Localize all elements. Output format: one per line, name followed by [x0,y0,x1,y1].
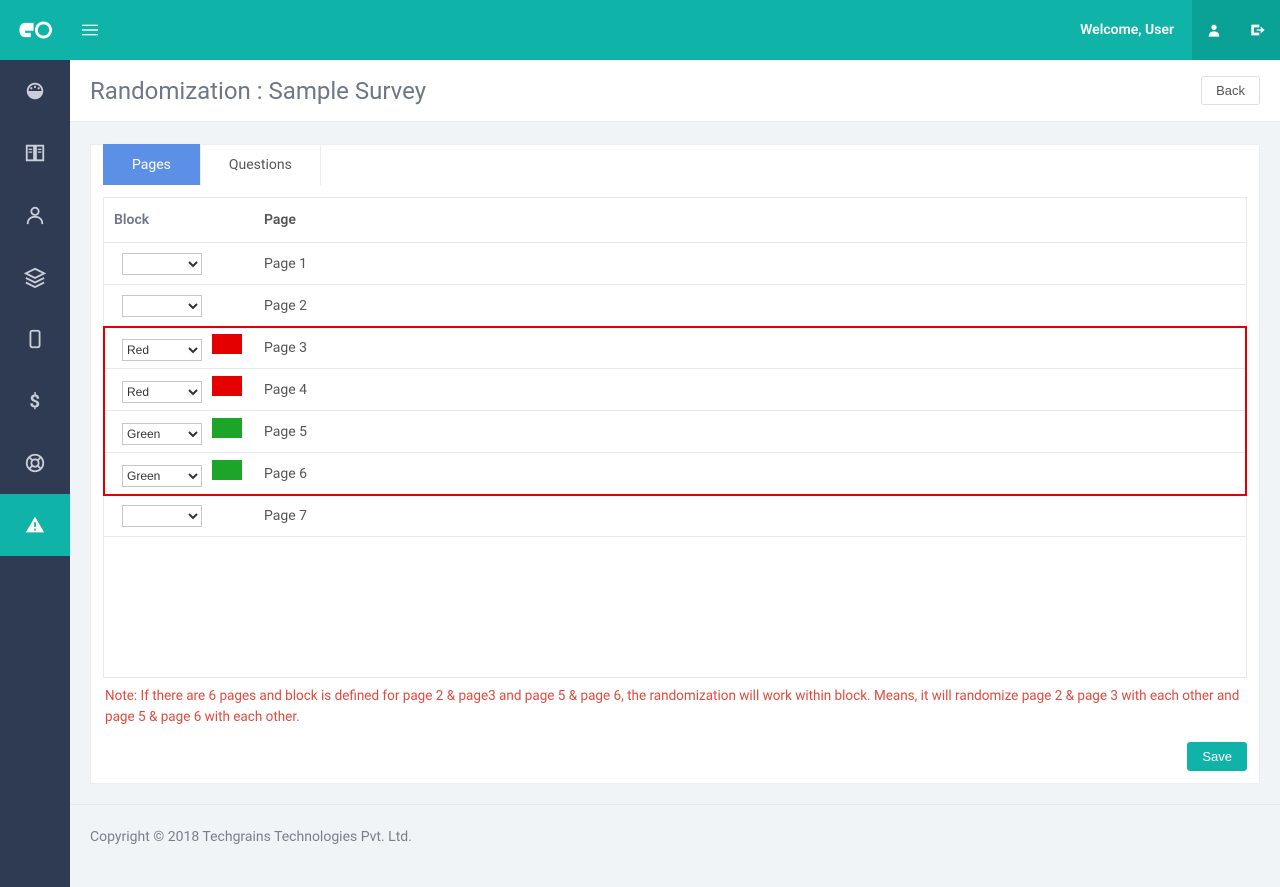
block-select[interactable]: RedGreen [122,505,202,527]
person-icon [24,204,46,226]
sidebar: $ [0,60,70,887]
grid-body: RedGreen Page 1 RedGreen Page 2 RedGreen Page… [104,243,1246,537]
sidebar-item-layers[interactable] [0,246,70,308]
randomization-grid: Block Page RedGreenPage 1RedGreenPage 2R… [103,197,1247,678]
grid-header: Block Page [104,198,1246,243]
highlighted-block-group: RedGreen Page 3 RedGreen Page 4 RedGreen Page… [104,327,1246,495]
grid-row: RedGreen Page 2 [104,285,1246,327]
sidebar-item-billing[interactable]: $ [0,370,70,432]
layers-icon [24,266,46,288]
dollar-icon: $ [24,390,46,412]
sidebar-item-users[interactable] [0,184,70,246]
hamburger-icon [82,22,98,38]
color-swatch [212,460,242,480]
back-button[interactable]: Back [1201,76,1260,105]
grid-cell-page: Page 1 [254,246,1246,282]
card-panel: Pages Questions Block Page RedGreen Page … [90,144,1260,784]
warning-icon [24,514,46,536]
grid-cell-page: Page 4 [254,372,1246,408]
grid-row: RedGreen Page 6 [104,453,1246,495]
main-content: Randomization : Sample Survey Back Pages… [70,60,1280,887]
tab-questions[interactable]: Questions [200,144,321,185]
grid-cell-block: RedGreen [104,334,254,361]
brand-logo [0,21,70,39]
user-icon [1206,22,1222,38]
randomization-note: Note: If there are 6 pages and block is … [105,686,1245,728]
grid-cell-page: Page 2 [254,288,1246,324]
grid-cell-block: RedGreen [104,505,254,527]
action-row: Save [103,742,1247,771]
book-icon [24,142,46,164]
svg-text:$: $ [30,391,41,412]
grid-empty-space [104,537,1246,677]
footer: Copyright © 2018 Techgrains Technologies… [70,804,1280,869]
col-header-page: Page [254,202,1246,238]
menu-toggle[interactable] [70,0,110,60]
page-header: Randomization : Sample Survey Back [70,60,1280,122]
grid-row: RedGreen Page 4 [104,369,1246,411]
gauge-icon [24,80,46,102]
block-select[interactable]: RedGreen [122,423,202,445]
color-swatch [212,376,242,396]
grid-row: RedGreen Page 1 [104,243,1246,285]
topbar: Welcome, User [0,0,1280,60]
color-swatch [212,334,242,354]
go-logo-icon [18,21,52,39]
grid-cell-page: Page 7 [254,498,1246,534]
sidebar-item-support[interactable] [0,432,70,494]
grid-cell-block: RedGreen [104,460,254,487]
block-select[interactable]: RedGreen [122,253,202,275]
grid-cell-block: RedGreen [104,418,254,445]
grid-cell-block: RedGreen [104,295,254,317]
sidebar-item-alerts[interactable] [0,494,70,556]
grid-cell-page: Page 3 [254,330,1246,366]
sidebar-item-surveys[interactable] [0,122,70,184]
user-menu[interactable] [1192,0,1236,60]
footer-copyright: Copyright © 2018 Techgrains Technologies… [90,829,412,845]
block-select[interactable]: RedGreen [122,295,202,317]
page-title: Randomization : Sample Survey [90,77,1201,105]
grid-cell-block: RedGreen [104,253,254,275]
grid-cell-page: Page 6 [254,456,1246,492]
tab-pages[interactable]: Pages [103,144,200,185]
grid-row: RedGreen Page 7 [104,495,1246,537]
sidebar-item-mobile[interactable] [0,308,70,370]
grid-row: RedGreen Page 3 [104,327,1246,369]
save-button[interactable]: Save [1187,742,1247,771]
color-swatch [212,418,242,438]
grid-cell-page: Page 5 [254,414,1246,450]
col-header-block: Block [104,198,254,242]
grid-cell-block: RedGreen [104,376,254,403]
block-select[interactable]: RedGreen [122,381,202,403]
welcome-text: Welcome, User [1062,22,1192,38]
block-select[interactable]: RedGreen [122,465,202,487]
mobile-icon [24,328,46,350]
block-select[interactable]: RedGreen [122,339,202,361]
logout-icon [1250,22,1266,38]
tabs: Pages Questions [103,144,1247,185]
lifebuoy-icon [24,452,46,474]
sidebar-item-dashboard[interactable] [0,60,70,122]
grid-row: RedGreen Page 5 [104,411,1246,453]
logout-button[interactable] [1236,0,1280,60]
